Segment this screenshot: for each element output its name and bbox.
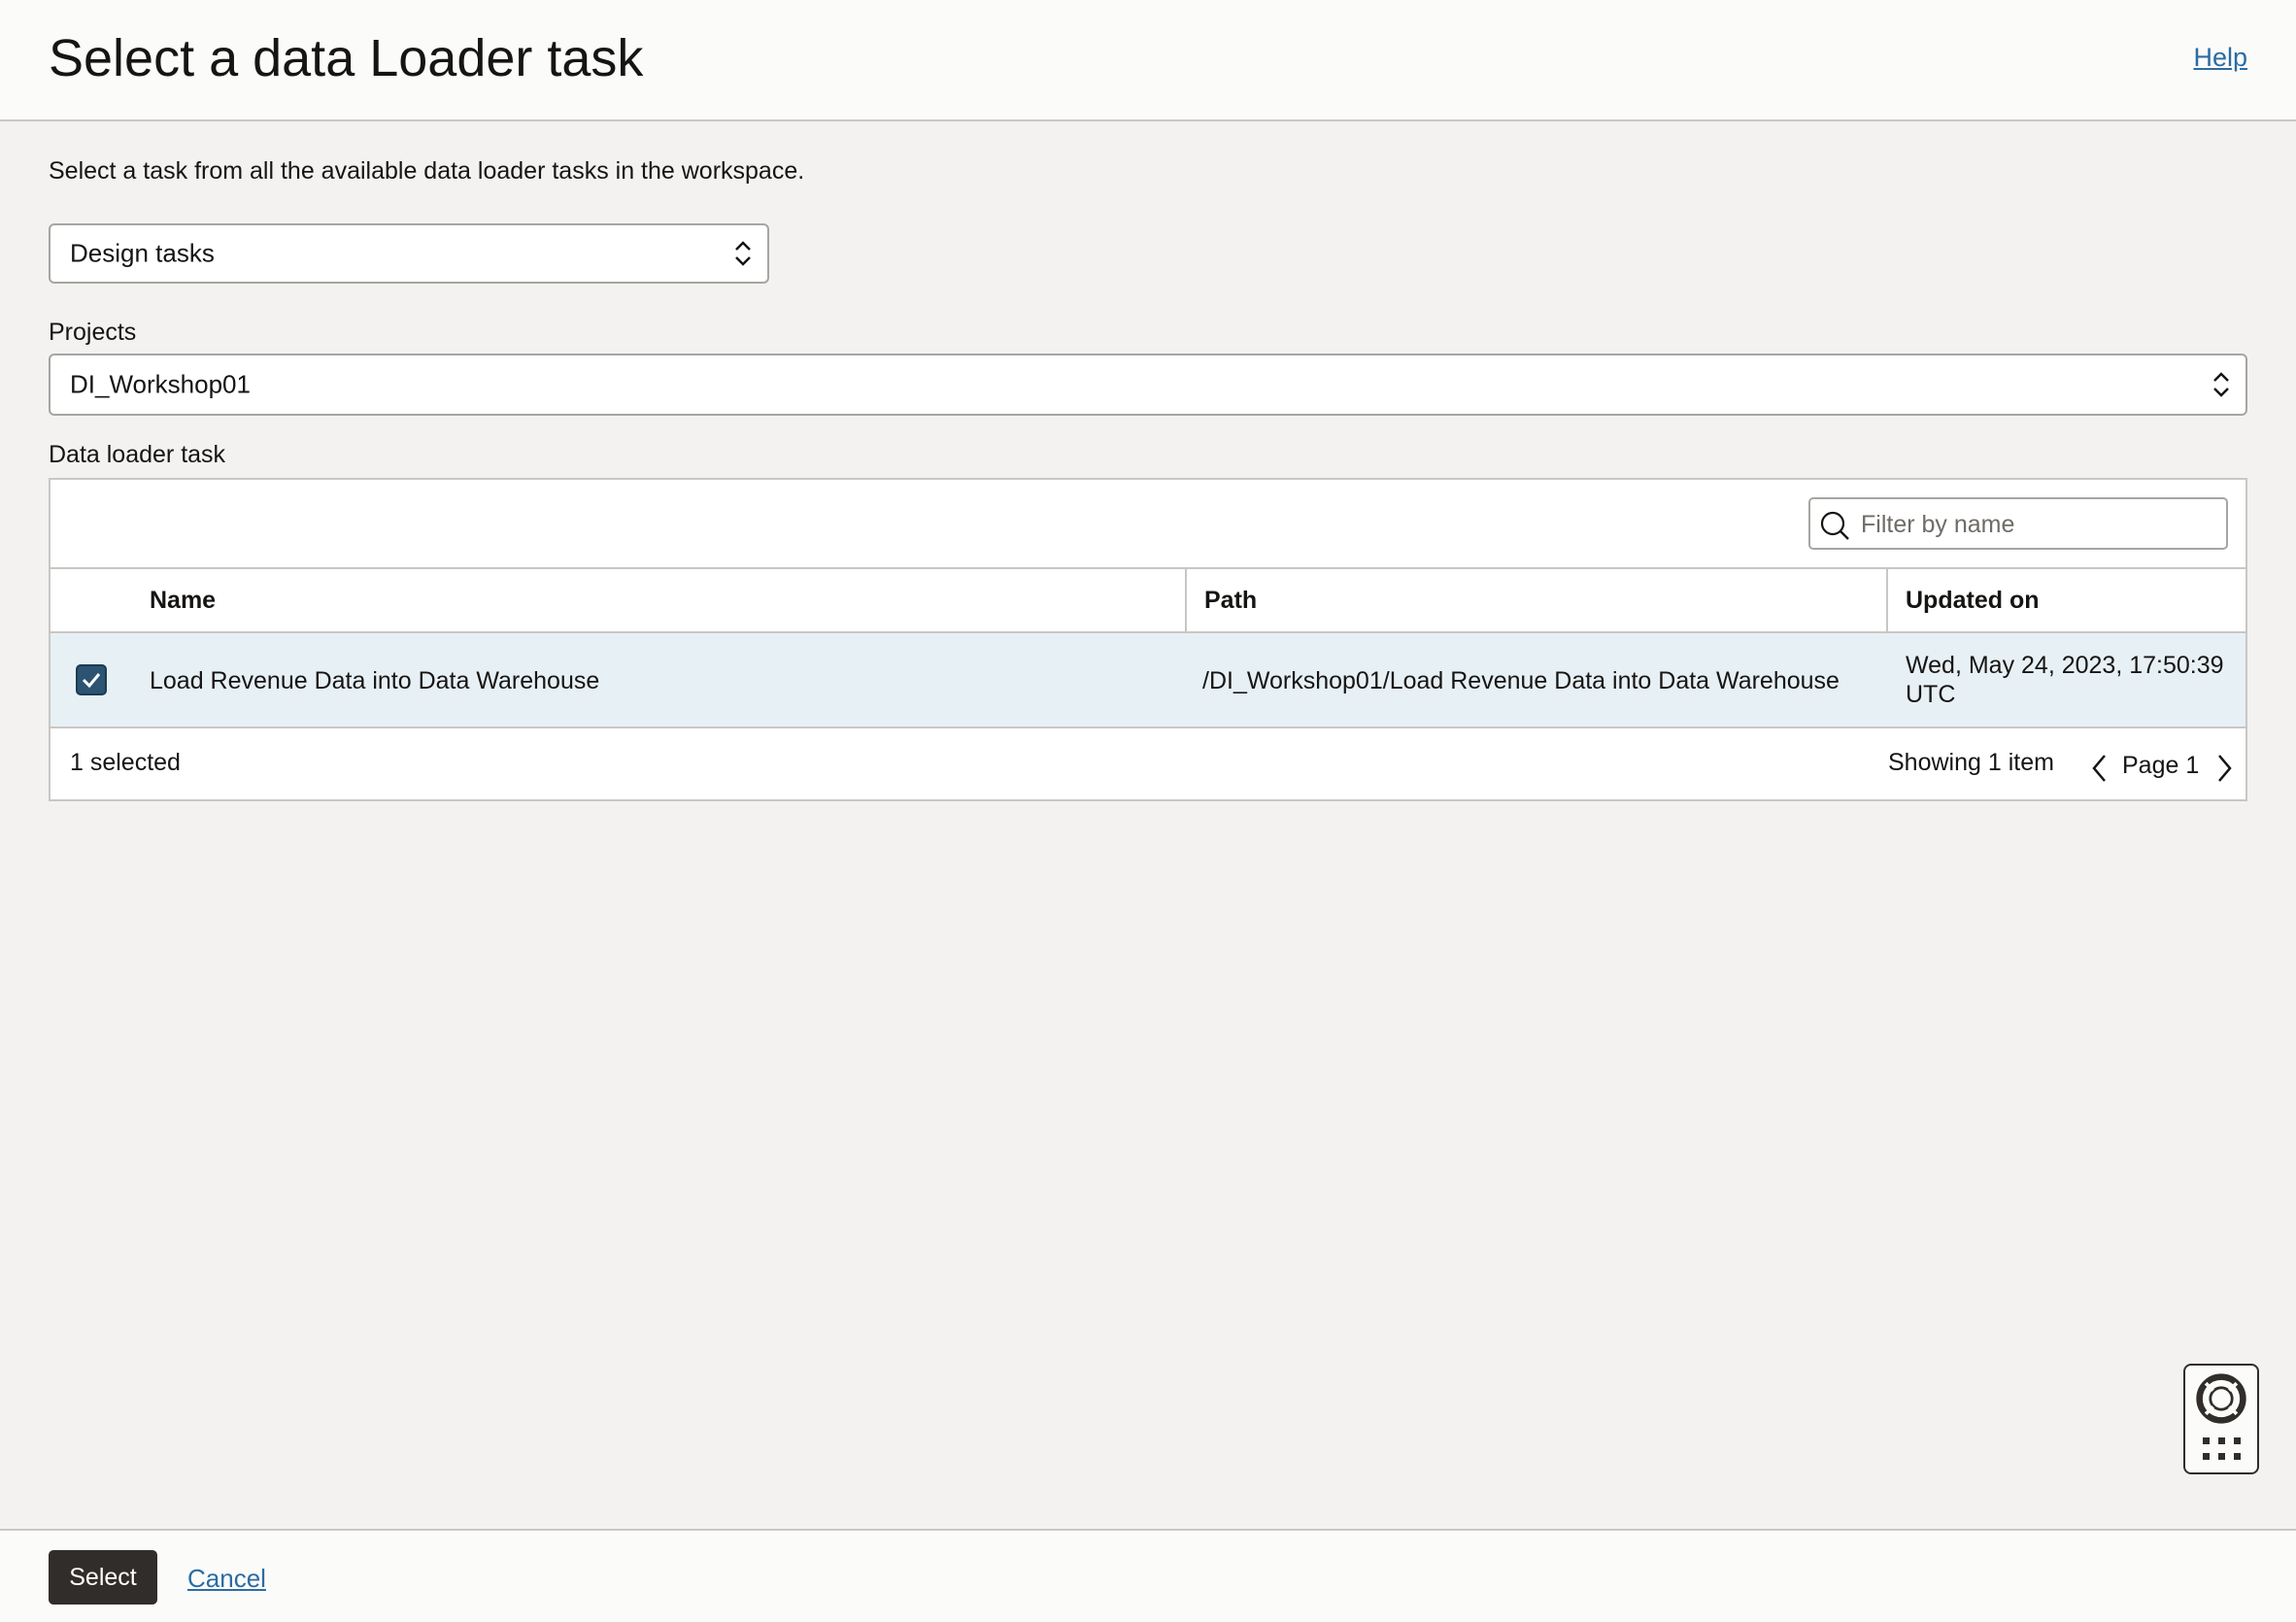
updown-chevron-icon bbox=[735, 241, 751, 266]
help-widget[interactable] bbox=[2183, 1364, 2259, 1474]
filter-box[interactable] bbox=[1808, 497, 2228, 550]
cancel-link[interactable]: Cancel bbox=[187, 1564, 266, 1594]
help-link[interactable]: Help bbox=[2193, 43, 2247, 73]
checkmark-icon bbox=[82, 673, 101, 689]
showing-count: Showing 1 item bbox=[1888, 749, 2054, 776]
table-header: Name Path Updated on bbox=[51, 567, 2245, 633]
projects-select[interactable]: DI_Workshop01 bbox=[49, 354, 2247, 416]
filter-input[interactable] bbox=[1859, 505, 2212, 544]
cell-path: /DI_Workshop01/Load Revenue Data into Da… bbox=[1202, 667, 1840, 694]
grid-dots-icon bbox=[2203, 1437, 2241, 1460]
row-checkbox[interactable] bbox=[76, 664, 107, 695]
table-row[interactable]: Load Revenue Data into Data Warehouse /D… bbox=[51, 633, 2245, 728]
selected-count: 1 selected bbox=[70, 749, 181, 776]
select-button[interactable]: Select bbox=[49, 1550, 157, 1605]
data-loader-task-label: Data loader task bbox=[49, 441, 226, 468]
updown-chevron-icon bbox=[2213, 372, 2229, 397]
task-type-select-value: Design tasks bbox=[70, 238, 215, 268]
page-indicator: Page 1 bbox=[2122, 752, 2200, 779]
cell-updated-line2: UTC bbox=[1906, 681, 1956, 708]
column-header-name[interactable]: Name bbox=[132, 569, 1185, 631]
task-type-select[interactable]: Design tasks bbox=[49, 223, 769, 284]
chevron-right-icon[interactable] bbox=[2212, 752, 2236, 785]
dialog-header: Select a data Loader task Help bbox=[0, 0, 2296, 121]
column-header-path[interactable]: Path bbox=[1185, 569, 1886, 631]
search-icon bbox=[1820, 511, 1849, 540]
table-footer: 1 selected Showing 1 item Page 1 bbox=[51, 728, 2245, 799]
projects-label: Projects bbox=[49, 319, 137, 346]
lifebuoy-icon bbox=[2196, 1373, 2246, 1424]
cell-updated-line1: Wed, May 24, 2023, 17:50:39 bbox=[1906, 652, 2224, 679]
column-header-updated-on[interactable]: Updated on bbox=[1886, 569, 2245, 631]
cell-name: Load Revenue Data into Data Warehouse bbox=[150, 667, 600, 694]
intro-text: Select a task from all the available dat… bbox=[49, 157, 805, 185]
chevron-left-icon[interactable] bbox=[2088, 752, 2111, 785]
dialog-footer: Select Cancel bbox=[0, 1529, 2296, 1622]
data-loader-table: Name Path Updated on Load Revenue Data i… bbox=[49, 478, 2247, 801]
projects-select-value: DI_Workshop01 bbox=[70, 369, 251, 399]
page-title: Select a data Loader task bbox=[49, 29, 644, 87]
